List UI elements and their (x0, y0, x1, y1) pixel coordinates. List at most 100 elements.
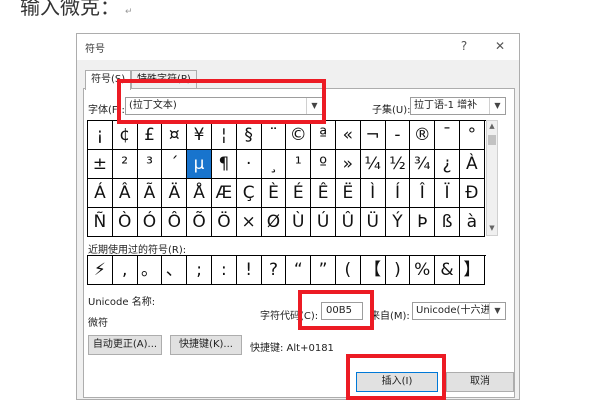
shortcut-key-button[interactable]: 快捷键(K)... (170, 335, 242, 355)
symbol-cell[interactable]: ¥ (187, 121, 212, 150)
cancel-button[interactable]: 取消 (446, 372, 514, 392)
scroll-down-icon[interactable]: ▼ (487, 224, 497, 234)
recent-symbol-cell[interactable]: : (211, 256, 237, 285)
symbol-cell[interactable]: Ì (360, 179, 386, 208)
symbol-cell[interactable]: à (459, 208, 485, 237)
symbol-cell[interactable]: ¬ (360, 121, 386, 150)
font-select[interactable]: (拉丁文本) ▼ (125, 97, 323, 115)
symbol-cell[interactable]: £ (137, 121, 163, 150)
symbol-cell[interactable]: » (335, 150, 361, 179)
symbol-cell[interactable]: Ü (360, 208, 386, 237)
recent-symbol-cell[interactable]: % (410, 256, 436, 285)
symbol-cell-selected[interactable]: µ (187, 150, 212, 179)
symbol-cell[interactable]: « (335, 121, 361, 150)
symbol-cell[interactable]: Ä (162, 179, 188, 208)
symbol-cell[interactable]: ¨ (261, 121, 287, 150)
symbol-cell[interactable]: Å (187, 179, 212, 208)
symbol-cell[interactable]: - (385, 121, 411, 150)
symbol-cell[interactable]: Ê (311, 179, 336, 208)
symbol-cell[interactable]: ± (88, 150, 113, 179)
symbol-cell[interactable]: É (286, 179, 312, 208)
symbol-cell[interactable]: Æ (211, 179, 237, 208)
symbol-cell[interactable]: Ù (286, 208, 312, 237)
recent-symbol-cell[interactable]: ? (261, 256, 287, 285)
symbol-cell[interactable]: Ø (261, 208, 287, 237)
symbol-cell[interactable]: ß (435, 208, 460, 237)
symbol-cell[interactable]: ¤ (162, 121, 188, 150)
symbol-cell[interactable]: ½ (385, 150, 411, 179)
close-icon[interactable]: ✕ (489, 37, 511, 55)
symbol-cell[interactable]: ¦ (211, 121, 237, 150)
symbol-cell[interactable]: Î (410, 179, 436, 208)
symbol-cell[interactable]: ® (410, 121, 436, 150)
recent-symbol-cell[interactable]: ⚡ (88, 256, 113, 285)
symbol-cell[interactable]: Ú (311, 208, 336, 237)
symbol-cell[interactable]: Ó (137, 208, 163, 237)
symbol-cell[interactable]: · (236, 150, 262, 179)
subset-select[interactable]: 拉丁语-1 增补 ▼ (410, 97, 506, 115)
recent-symbol-cell[interactable]: 、 (162, 256, 188, 285)
chevron-down-icon[interactable]: ▼ (489, 98, 505, 114)
symbol-cell[interactable]: Þ (410, 208, 436, 237)
scroll-thumb[interactable] (488, 135, 496, 145)
recent-symbol-cell[interactable]: 。 (137, 256, 163, 285)
symbol-cell[interactable]: ¢ (112, 121, 138, 150)
symbol-cell[interactable]: ¯ (435, 121, 460, 150)
autocorrect-button[interactable]: 自动更正(A)... (88, 335, 162, 355)
symbol-cell[interactable]: Ï (435, 179, 460, 208)
symbol-cell[interactable]: ¡ (88, 121, 113, 150)
symbol-cell[interactable]: ª (311, 121, 336, 150)
symbol-cell[interactable]: Õ (187, 208, 212, 237)
recent-symbol-cell[interactable]: 【 (360, 256, 386, 285)
symbol-cell[interactable]: § (236, 121, 262, 150)
char-code-input[interactable]: 00B5 (321, 302, 363, 320)
symbol-cell[interactable]: Á (88, 179, 113, 208)
recent-symbol-cell[interactable]: & (435, 256, 460, 285)
scroll-up-icon[interactable]: ▲ (487, 122, 497, 132)
symbol-cell[interactable]: ¸ (261, 150, 287, 179)
symbol-cell[interactable]: ¼ (360, 150, 386, 179)
tab-symbols[interactable]: 符号(S) (85, 70, 132, 90)
chevron-down-icon[interactable]: ▼ (306, 98, 322, 114)
symbol-cell[interactable]: Û (335, 208, 361, 237)
recent-symbol-cell[interactable]: ; (187, 256, 212, 285)
recent-symbol-cell[interactable]: 】 (459, 256, 485, 285)
recent-symbol-cell[interactable]: ) (385, 256, 411, 285)
recent-symbol-cell[interactable]: ( (335, 256, 361, 285)
symbol-cell[interactable]: Â (112, 179, 138, 208)
symbol-cell[interactable]: Ô (162, 208, 188, 237)
symbol-cell[interactable]: Ã (137, 179, 163, 208)
chevron-down-icon[interactable]: ▼ (489, 303, 505, 319)
symbol-cell[interactable]: ¶ (211, 150, 237, 179)
symbol-cell[interactable]: Ð (459, 179, 485, 208)
recent-symbol-cell[interactable]: , (112, 256, 138, 285)
symbol-cell[interactable]: ¹ (286, 150, 312, 179)
symbol-cell[interactable]: Ñ (88, 208, 113, 237)
symbol-cell[interactable]: À (459, 150, 485, 179)
symbol-cell[interactable]: º (311, 150, 336, 179)
recent-symbol-cell[interactable]: ” (311, 256, 336, 285)
symbol-cell[interactable]: ³ (137, 150, 163, 179)
symbol-cell[interactable]: Ò (112, 208, 138, 237)
symbol-cell[interactable]: Ë (335, 179, 361, 208)
from-select[interactable]: Unicode(十六进制) ▼ (412, 302, 506, 320)
symbol-cell[interactable]: Ý (385, 208, 411, 237)
help-button[interactable]: ? (453, 37, 475, 55)
symbol-cell[interactable]: ´ (162, 150, 188, 179)
symbol-cell[interactable]: ¾ (410, 150, 436, 179)
symbol-grid-scrollbar[interactable]: ▲ ▼ (486, 120, 498, 236)
recent-symbol-cell[interactable]: ! (236, 256, 262, 285)
char-code-label: 字符代码(C): (260, 311, 319, 322)
symbol-cell[interactable]: ¿ (435, 150, 460, 179)
symbol-cell[interactable]: ² (112, 150, 138, 179)
symbol-cell[interactable]: È (261, 179, 287, 208)
insert-button[interactable]: 插入(I) (356, 372, 438, 392)
symbol-cell[interactable]: Ç (236, 179, 262, 208)
recent-symbol-cell[interactable]: “ (286, 256, 312, 285)
symbol-cell[interactable]: ° (459, 121, 485, 150)
symbol-cell[interactable]: Ö (211, 208, 237, 237)
symbol-cell[interactable]: × (236, 208, 262, 237)
symbol-cell[interactable]: © (286, 121, 312, 150)
tab-special-characters[interactable]: 特殊字符(P) (131, 70, 197, 89)
symbol-cell[interactable]: Í (385, 179, 411, 208)
